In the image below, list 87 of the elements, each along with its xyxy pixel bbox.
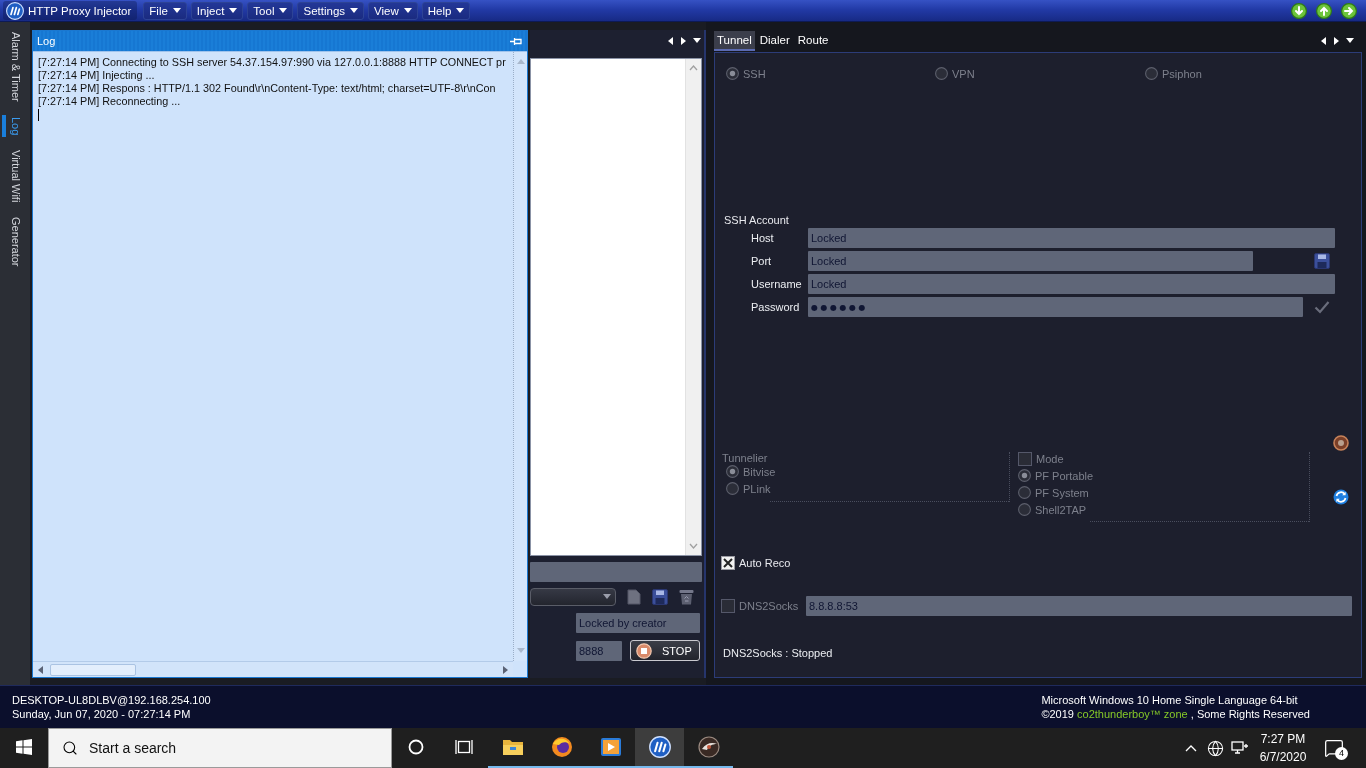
caret-icon	[172, 8, 181, 13]
save-icon[interactable]	[1314, 253, 1330, 269]
check-icon[interactable]	[1314, 300, 1330, 314]
scrollbar-thumb[interactable]	[50, 663, 136, 676]
disc-icon	[697, 736, 720, 758]
field-label: Port	[751, 254, 772, 269]
side-tab[interactable]: Virtual Wifi	[2, 148, 28, 205]
tab[interactable]: Route	[794, 31, 832, 51]
copyright-text: ©2019 co2thunderboy™ zone , Some Rights Reserved	[1041, 707, 1310, 721]
radio-label: VPN	[952, 67, 975, 80]
caret-icon	[403, 8, 412, 13]
checkbox[interactable]	[721, 556, 735, 570]
radio-label: PF Portable	[1035, 469, 1094, 482]
radio-label: Bitvise	[743, 465, 776, 478]
horizontal-scrollbar[interactable]	[33, 661, 513, 677]
globe-icon[interactable]	[1207, 739, 1224, 757]
caret-icon[interactable]	[693, 37, 701, 45]
log-line: [7:27:14 PM] Injecting ...	[38, 69, 155, 82]
field-label: Username	[751, 277, 802, 292]
trash-icon[interactable]	[679, 589, 694, 605]
side-tab[interactable]: Log	[2, 114, 28, 138]
radio-label: PF System	[1035, 486, 1089, 499]
host-text: DESKTOP-UL8DLBV@192.168.254.100	[12, 693, 211, 707]
tab[interactable]: Tunnel	[714, 31, 755, 51]
clock-time[interactable]: 7:27 PM	[1260, 730, 1306, 748]
status-text: DNS2Socks : Stopped	[723, 647, 833, 659]
document-icon[interactable]	[627, 589, 641, 605]
field-label: Host	[751, 231, 774, 246]
media-player-icon	[599, 736, 622, 758]
stop-button[interactable]: STOP	[630, 640, 700, 661]
field-label: Password	[751, 300, 800, 315]
menu-button[interactable]: Settings	[297, 1, 365, 20]
tab[interactable]: Dialer	[756, 31, 793, 51]
search-field[interactable]: Start a search	[48, 728, 392, 768]
datetime-text: Sunday, Jun 07, 2020 - 07:27:14 PM	[12, 707, 191, 721]
menu-button[interactable]: View	[368, 1, 418, 20]
search-icon	[62, 740, 78, 756]
input-field[interactable]	[530, 562, 702, 582]
text-cursor	[38, 109, 39, 121]
pin-icon[interactable]	[510, 36, 522, 46]
dropdown-field[interactable]	[530, 588, 616, 606]
caret-icon	[279, 8, 288, 13]
ring-icon[interactable]	[1333, 435, 1349, 451]
windows-logo-icon	[16, 739, 32, 755]
app-title: HTTP Proxy Injector	[28, 4, 132, 17]
checkbox-label: Auto Reco	[739, 557, 791, 569]
caret-icon	[456, 8, 465, 13]
group-title: Tunnelier	[722, 452, 768, 464]
log-line: [7:27:14 PM] Connecting to SSH server 54.37.154.97:990 via 127.0.0.1:8888 HTTP CONNECT pr	[38, 56, 506, 69]
radio-label: Shell2TAP	[1035, 503, 1087, 516]
radio-label: SSH	[743, 67, 766, 80]
side-tab[interactable]: Generator	[2, 215, 28, 269]
radio-label: Psiphon	[1162, 67, 1202, 80]
taskbar-app-button[interactable]	[635, 728, 684, 768]
notification-count: 4	[1335, 747, 1348, 760]
refresh-icon[interactable]	[1333, 489, 1349, 505]
checkbox-label: DNS2Socks	[739, 600, 799, 612]
right-arrow-icon[interactable]	[1333, 37, 1340, 45]
radio-label: PLink	[743, 482, 771, 495]
left-arrow-icon[interactable]	[667, 37, 674, 45]
panel-title: Log	[37, 35, 56, 47]
menu-button[interactable]: File	[143, 1, 187, 20]
save-icon[interactable]	[652, 589, 668, 605]
log-line: [7:27:14 PM] Respons : HTTP/1.1 302 Found\r\nContent-Type: text/html; charset=UTF-8\r\nCon	[38, 82, 496, 95]
caret-icon[interactable]	[1346, 37, 1354, 45]
right-arrow-icon[interactable]	[680, 37, 687, 45]
browser-icon	[550, 736, 573, 758]
circle-icon	[408, 739, 424, 755]
folder-icon	[501, 738, 524, 756]
caret-icon	[350, 8, 359, 13]
task-view-icon	[455, 739, 473, 755]
stop-icon	[636, 642, 652, 659]
checkbox-label: Mode	[1036, 452, 1064, 465]
app-logo-icon	[648, 736, 671, 758]
left-arrow-icon[interactable]	[1320, 37, 1327, 45]
monitor-icon[interactable]	[1231, 740, 1249, 756]
app-logo-icon	[6, 1, 24, 20]
caret-icon	[229, 8, 238, 13]
clock-date[interactable]: 6/7/2020	[1259, 748, 1307, 766]
os-text: Microsoft Windows 10 Home Single Language 64-bit	[1041, 693, 1298, 707]
log-line: [7:27:14 PM] Reconnecting ...	[38, 95, 181, 108]
section-title: SSH Account	[724, 214, 789, 226]
menu-button[interactable]: Help	[421, 1, 471, 20]
menu-button[interactable]: Tool	[247, 1, 294, 20]
menu-button[interactable]: Inject	[190, 1, 244, 20]
side-tab[interactable]: Alarm & Timer	[2, 30, 28, 104]
caret-icon	[603, 593, 611, 601]
